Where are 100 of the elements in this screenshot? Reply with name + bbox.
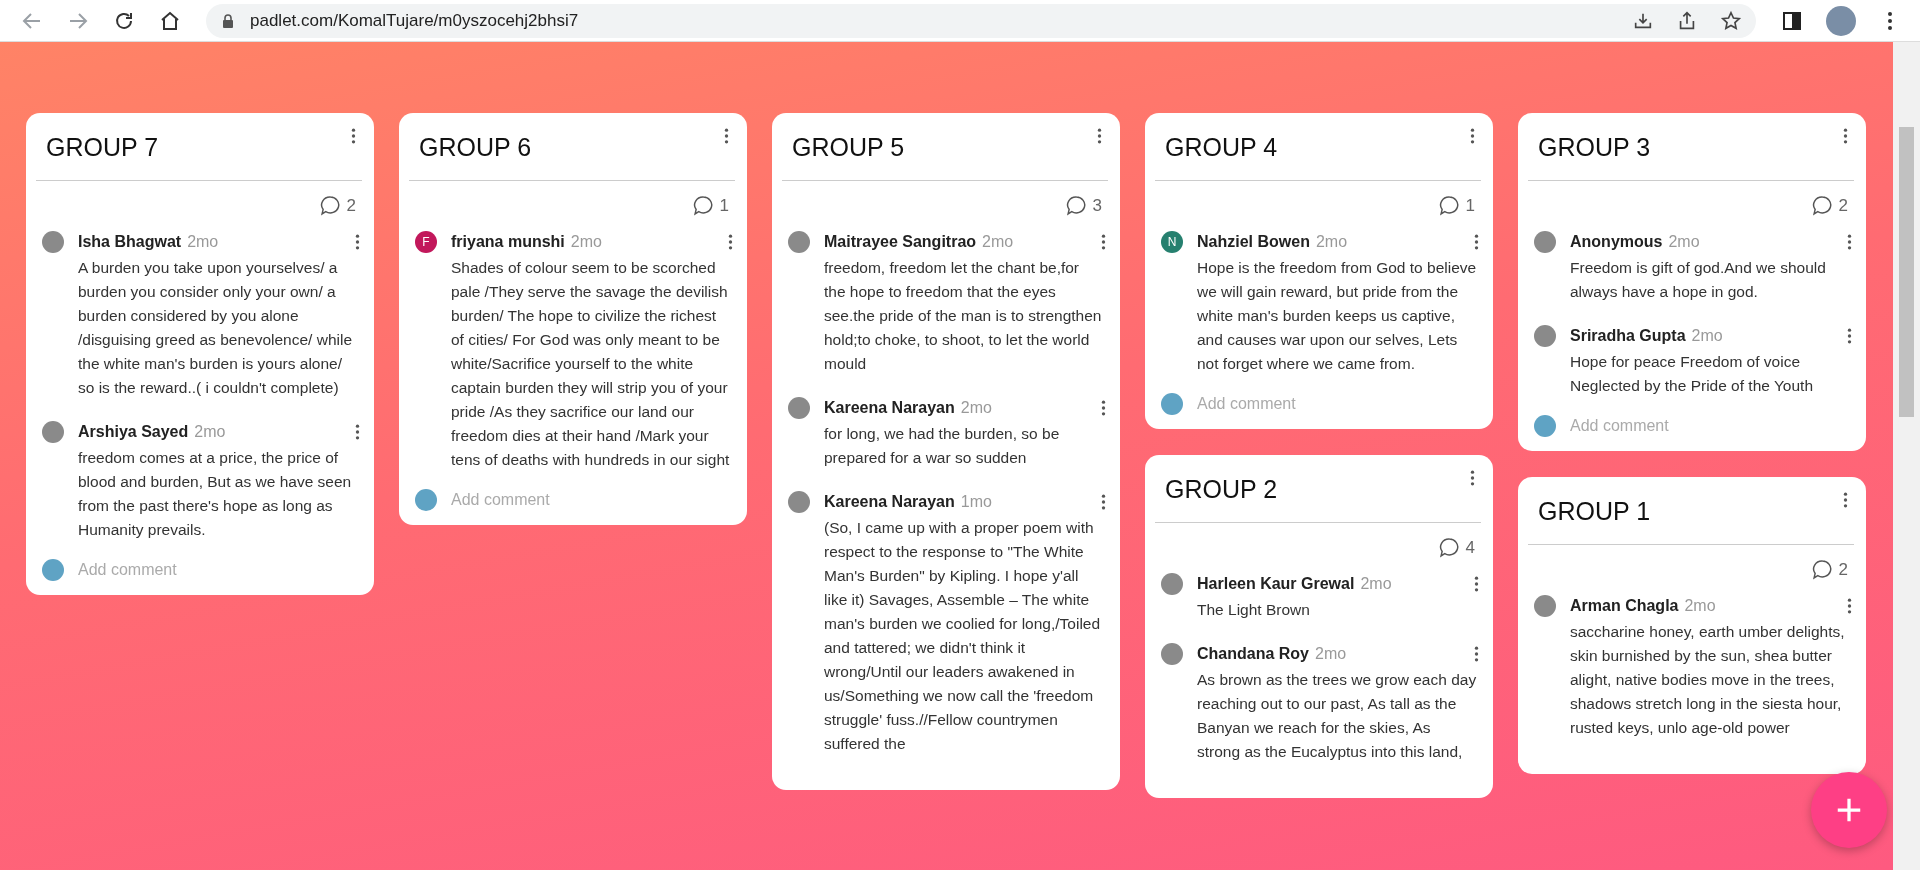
comment-count: 4 [1465, 537, 1475, 558]
comment-author: Isha Bhagwat [78, 233, 182, 251]
comment-icon[interactable] [1438, 537, 1460, 558]
comment-author: Anonymous [1570, 233, 1663, 251]
more-icon[interactable] [1101, 399, 1106, 417]
more-icon[interactable] [1843, 127, 1848, 145]
comment-author: Sriradha Gupta [1570, 327, 1686, 345]
comment-time: 2mo [1315, 233, 1348, 251]
more-icon[interactable] [1847, 233, 1852, 251]
comment-count: 1 [1465, 195, 1475, 216]
user-avatar [1534, 415, 1556, 437]
comment-text: for long, we had the burden, so be prepared for a war so sudden [824, 424, 1061, 468]
add-post-button[interactable] [1811, 772, 1887, 848]
comment-input[interactable]: Add comment [1570, 414, 1850, 437]
comment-text: freedom comes at a price, the price of blood and burden, But as we have seen from the past there's hope as long as Humanity prevails. [78, 448, 353, 540]
comment-icon[interactable] [692, 195, 714, 216]
comment-input[interactable]: Add comment [451, 488, 731, 511]
comment-icon[interactable] [1065, 195, 1087, 216]
user-avatar: N [1161, 231, 1183, 253]
more-icon[interactable] [1101, 493, 1106, 511]
scrollbar[interactable] [1893, 42, 1920, 870]
comment-time: 2mo [187, 233, 219, 251]
comment-text: freedom, freedom let the chant be,for the hope to freedom that the eyes see.the pride of the man is to strengthen hold;to choke, to shoot, to let the world mould [824, 258, 1103, 374]
comment-text: saccharine honey, earth umber delights, skin burnished by the sun, shea butter alight, native bodies move in the trees, shadows stretch long in the siesta hour, rusted keys, unlo age-old power [1570, 622, 1846, 738]
comment-text: Hope for peace Freedom of voice Neglected by the Pride of the Youth [1570, 352, 1814, 396]
comment-author: Nahziel Bowen [1197, 233, 1310, 251]
more-icon[interactable] [724, 127, 729, 145]
comment-time: 2mo [1360, 575, 1392, 593]
more-icon[interactable] [351, 127, 356, 145]
address-bar[interactable]: padlet.com/KomalTujare/m0yszocehj2bhsi7 [206, 3, 1756, 38]
comment-text: Freedom is gift of god.And we should always have a hope in god. [1570, 258, 1827, 302]
lock-icon [220, 12, 236, 29]
more-icon[interactable] [355, 423, 360, 441]
user-avatar [1534, 595, 1556, 617]
more-icon[interactable] [1470, 127, 1475, 145]
more-icon[interactable] [1847, 597, 1852, 615]
post-title: GROUP 6 [418, 132, 532, 162]
more-icon[interactable] [1101, 233, 1106, 251]
more-icon[interactable] [1470, 469, 1475, 487]
comment-text: The Light Brown [1197, 600, 1311, 620]
more-icon[interactable] [1474, 233, 1479, 251]
comment-time: 2mo [982, 233, 1014, 251]
comment-count: 2 [346, 195, 356, 216]
more-icon[interactable] [1474, 575, 1479, 593]
user-avatar [1161, 393, 1183, 415]
comment-author: Arshiya Sayed [78, 423, 189, 441]
user-avatar [42, 231, 64, 253]
comment-input[interactable]: Add comment [1197, 392, 1477, 415]
user-avatar [1161, 573, 1183, 595]
comment-icon[interactable] [1811, 195, 1833, 216]
comment-count: 3 [1092, 195, 1102, 216]
comment-author: Maitrayee Sangitrao [824, 233, 977, 251]
comment-input[interactable]: Add comment [78, 558, 358, 581]
star-icon[interactable] [1720, 9, 1742, 32]
more-icon[interactable] [355, 233, 360, 251]
url-text: padlet.com/KomalTujare/m0yszocehj2bhsi7 [250, 10, 579, 31]
comment-icon[interactable] [1438, 195, 1460, 216]
user-avatar [788, 231, 810, 253]
comment-text: As brown as the trees we grow each day reaching out to our past, As tall as the Banyan we reach for the skies, As strong as the Eucalyptus into this land, [1197, 670, 1477, 762]
post-title: GROUP 1 [1537, 496, 1651, 526]
comment-time: 2mo [1668, 233, 1700, 251]
comment-icon[interactable] [319, 195, 341, 216]
user-avatar [788, 491, 810, 513]
comment-text: Hope is the freedom from God to believe we will gain reward, but pride from the white man's burden keeps us captive, and causes war upon our selves, Lets not forget where we came from. [1197, 258, 1477, 374]
comment-text: Shades of colour seem to be scorched pale /They serve the savage the devilish burden/ The hope to civilize the richest of cities/ For God was only meant to be white/Sacrifice yourself to the white captain burden they will strip you of your pride /As they sacrifice our land our freedom dies at their hand /Mark your tens of deaths with hundreds in our sight [451, 258, 731, 470]
post-title: GROUP 5 [791, 132, 905, 162]
comment-time: 2mo [1691, 327, 1723, 345]
comment-time: 2mo [570, 233, 602, 251]
comment-time: 2mo [1315, 645, 1347, 663]
post-title: GROUP 3 [1537, 132, 1651, 162]
user-avatar [788, 397, 810, 419]
comment-time: 2mo [1684, 597, 1716, 615]
comment-time: 2mo [194, 423, 226, 441]
comment-author: Kareena Narayan [824, 399, 955, 417]
comment-count: 1 [719, 195, 729, 216]
more-icon[interactable] [728, 233, 733, 251]
post-title: GROUP 7 [45, 132, 159, 162]
user-avatar [1161, 643, 1183, 665]
more-icon[interactable] [1847, 327, 1852, 345]
user-avatar: F [415, 231, 437, 253]
comment-author: Arman Chagla [1570, 597, 1679, 615]
user-avatar [42, 421, 64, 443]
comment-count: 2 [1838, 195, 1848, 216]
user-avatar [415, 489, 437, 511]
comment-text: A burden you take upon yourselves/ a burden you consider only your own/ a burden considered by you alone /disguising greed as benevolence/ while the white man's burden is yours alone/ so is the reward..( i couldn't complete) [78, 258, 353, 398]
user-avatar [1534, 231, 1556, 253]
post-title: GROUP 4 [1164, 132, 1278, 162]
comment-time: 1mo [960, 493, 992, 511]
more-icon[interactable] [1843, 491, 1848, 509]
post-title: GROUP 2 [1164, 474, 1278, 504]
comment-text: (So, I came up with a proper poem with respect to the response to "The White Man's Burden" by Kipling. I hope y'all like it) Savages, Assemble – The white man's burden we coolied for long,/Toiled and tattered; we didn't think it wrong/Until our leaders awakened in us/Something we now call the 'freedom struggle' fuss.//Fellow countrymen suffered the [824, 518, 1102, 754]
more-icon[interactable] [1474, 645, 1479, 663]
comment-author: friyana munshi [451, 233, 565, 251]
comment-count: 2 [1838, 559, 1848, 580]
user-avatar [1534, 325, 1556, 347]
comment-icon[interactable] [1811, 559, 1833, 580]
comment-author: Chandana Roy [1197, 645, 1309, 663]
more-icon[interactable] [1097, 127, 1102, 145]
comment-author: Harleen Kaur Grewal [1197, 575, 1355, 593]
profile-avatar[interactable] [1826, 5, 1856, 36]
